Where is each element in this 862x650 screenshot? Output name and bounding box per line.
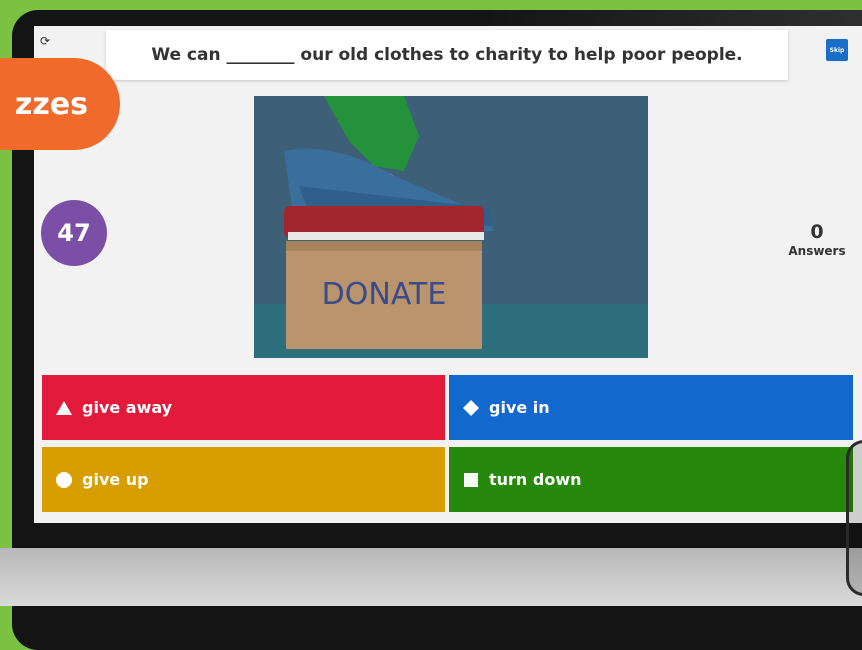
question-bar: We can ________ our old clothes to chari… bbox=[106, 30, 788, 80]
answer-label: give in bbox=[489, 398, 550, 417]
answer-option-triangle[interactable]: give away bbox=[42, 375, 445, 440]
bezel-glare bbox=[470, 10, 862, 26]
quizzes-tag: zzes bbox=[0, 58, 120, 150]
question-text: We can ________ our old clothes to chari… bbox=[151, 45, 743, 65]
box-label: DONATE bbox=[322, 277, 447, 312]
circle-icon bbox=[54, 470, 74, 490]
loading-icon: ⟳ bbox=[40, 34, 51, 48]
answers-counter: 0 Answers bbox=[782, 221, 852, 258]
answer-option-diamond[interactable]: give in bbox=[449, 375, 853, 440]
question-image: DONATE bbox=[254, 96, 648, 358]
answer-label: turn down bbox=[489, 470, 582, 489]
phone-edge bbox=[846, 440, 862, 596]
triangle-icon bbox=[54, 398, 74, 418]
quiz-screen: ⟳ We can ________ our old clothes to cha… bbox=[34, 26, 862, 523]
answers-count-label: Answers bbox=[788, 244, 846, 258]
countdown-timer: 47 bbox=[41, 200, 107, 266]
answers-count-value: 0 bbox=[810, 221, 824, 243]
answer-label: give up bbox=[82, 470, 149, 489]
answer-option-circle[interactable]: give up bbox=[42, 447, 445, 512]
skip-button[interactable]: Skip bbox=[826, 39, 848, 61]
tag-label: zzes bbox=[14, 86, 88, 122]
answer-label: give away bbox=[82, 398, 173, 417]
monitor-stand bbox=[0, 548, 862, 606]
square-icon bbox=[461, 470, 481, 490]
timer-value: 47 bbox=[57, 219, 91, 247]
answer-option-square[interactable]: turn down bbox=[449, 447, 853, 512]
diamond-icon bbox=[461, 398, 481, 418]
donation-box-photo: DONATE bbox=[254, 96, 648, 358]
